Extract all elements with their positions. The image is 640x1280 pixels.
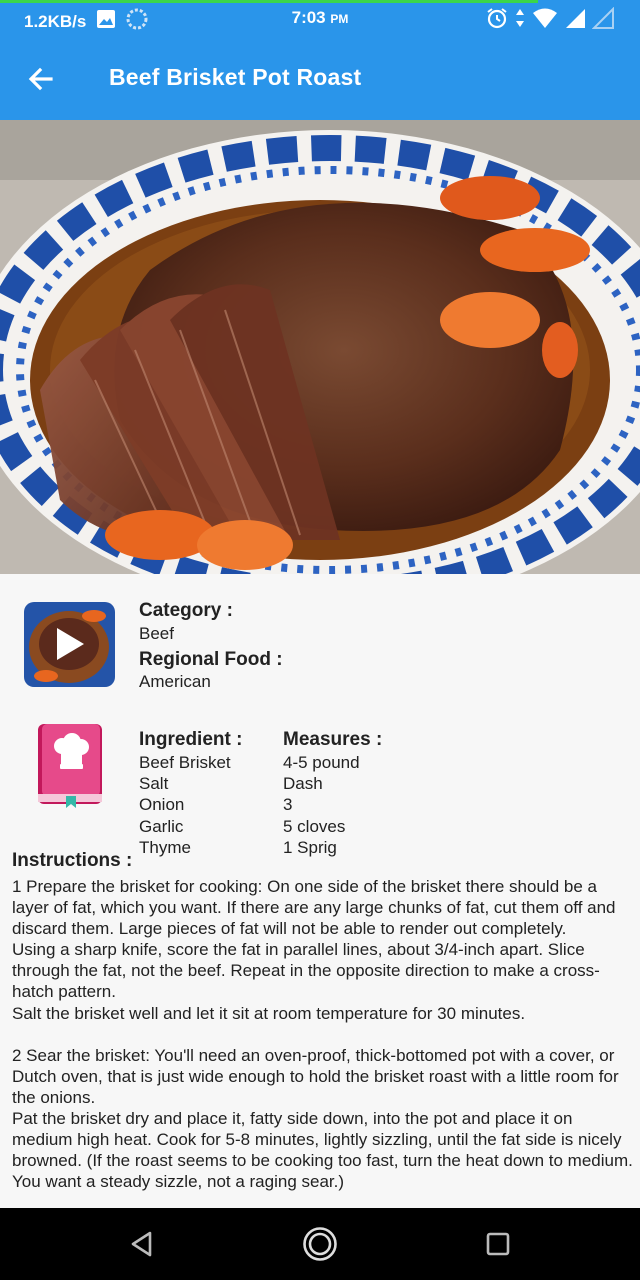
recipe-details: Category : Beef Regional Food : American…	[0, 574, 640, 1208]
ingredient-column: Ingredient : Beef Brisket Salt Onion Gar…	[139, 728, 242, 858]
signal-empty-icon	[591, 6, 614, 34]
ingredient-item: Beef Brisket	[139, 753, 231, 772]
measure-item: Dash	[283, 774, 323, 794]
play-icon[interactable]	[54, 626, 86, 662]
clock-time: 7:03	[291, 8, 326, 27]
region-value: American	[139, 672, 211, 691]
measure-item: 1 Sprig	[283, 837, 337, 857]
status-bar: 1.2KB/s 7:03 PM	[0, 0, 640, 36]
measure-header: Measures :	[283, 729, 383, 750]
cookbook-icon	[36, 720, 104, 808]
measure-column: Measures : 4-5 pound Dash 3 5 cloves 1 S…	[283, 728, 382, 858]
measure-item: 3	[283, 795, 293, 815]
instructions-text: 1 Prepare the brisket for cooking: On on…	[12, 877, 633, 1192]
loading-progress-bar	[0, 0, 538, 3]
status-right	[486, 6, 614, 34]
video-thumbnail[interactable]	[24, 602, 115, 687]
instructions-label: Instructions :	[12, 850, 133, 871]
wifi-icon	[532, 7, 558, 34]
nav-recents-icon[interactable]	[486, 1232, 510, 1256]
alarm-icon	[486, 7, 508, 34]
measure-item: 4-5 pound	[283, 753, 360, 772]
ingredient-item: Thyme	[139, 837, 191, 857]
nav-back-icon[interactable]	[128, 1230, 156, 1258]
region-label: Regional Food :	[139, 649, 283, 670]
ingredient-item: Salt	[139, 774, 169, 794]
category-label: Category :	[139, 600, 233, 621]
ingredient-item: Onion	[139, 795, 185, 815]
navigation-bar	[0, 1208, 640, 1280]
page-title: Beef Brisket Pot Roast	[109, 64, 362, 90]
data-arrows-icon	[514, 7, 526, 34]
ingredient-item: Garlic	[139, 816, 184, 836]
category-value: Beef	[139, 624, 174, 643]
recipe-hero-image	[0, 120, 640, 574]
measure-item: 5 cloves	[283, 816, 346, 836]
arrow-back-icon[interactable]	[24, 62, 58, 96]
clock-ampm: PM	[330, 12, 349, 26]
app-bar: Beef Brisket Pot Roast	[0, 36, 640, 120]
nav-home-icon[interactable]	[302, 1226, 338, 1262]
signal-icon	[564, 7, 586, 34]
ingredient-header: Ingredient :	[139, 729, 243, 750]
